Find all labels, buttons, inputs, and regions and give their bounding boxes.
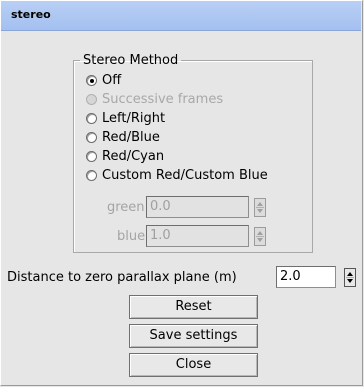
radio-left-right-label: Left/Right [102, 110, 166, 126]
radio-custom-red-blue[interactable]: Custom Red/Custom Blue [86, 167, 268, 183]
radio-red-cyan[interactable]: Red/Cyan [86, 148, 164, 164]
distance-label: Distance to zero parallax plane (m) [7, 270, 237, 285]
title-bar[interactable]: stereo [1, 1, 361, 31]
radio-checked-icon[interactable] [86, 74, 97, 86]
green-field: 0.0 [146, 196, 249, 218]
window-title: stereo [11, 8, 51, 21]
radio-icon[interactable] [86, 150, 97, 162]
radio-disabled-icon [86, 93, 97, 105]
radio-icon[interactable] [86, 131, 97, 143]
blue-label: blue [117, 229, 146, 244]
green-spinner-icon [254, 198, 266, 217]
radio-successive-frames: Successive frames [86, 91, 223, 107]
distance-spinner-icon[interactable] [344, 268, 356, 287]
radio-off-label: Off [102, 72, 122, 88]
radio-red-blue-label: Red/Blue [102, 129, 160, 145]
stereo-method-legend: Stereo Method [83, 53, 179, 68]
radio-custom-red-blue-label: Custom Red/Custom Blue [102, 167, 268, 183]
radio-red-cyan-label: Red/Cyan [102, 148, 165, 164]
distance-field[interactable]: 2.0 [276, 266, 336, 288]
save-settings-button[interactable]: Save settings [129, 324, 258, 348]
radio-icon[interactable] [86, 169, 97, 181]
radio-left-right[interactable]: Left/Right [86, 110, 165, 126]
radio-off[interactable]: Off [86, 72, 121, 88]
radio-icon[interactable] [86, 112, 97, 124]
close-button[interactable]: Close [129, 353, 258, 377]
stereo-dialog: stereo Stereo Method Off Successive fram… [0, 0, 364, 387]
radio-red-blue[interactable]: Red/Blue [86, 129, 160, 145]
green-label: green [107, 200, 145, 215]
radio-successive-frames-label: Successive frames [102, 91, 224, 107]
blue-field: 1.0 [146, 225, 249, 247]
reset-button[interactable]: Reset [129, 295, 258, 319]
blue-spinner-icon [254, 227, 266, 246]
